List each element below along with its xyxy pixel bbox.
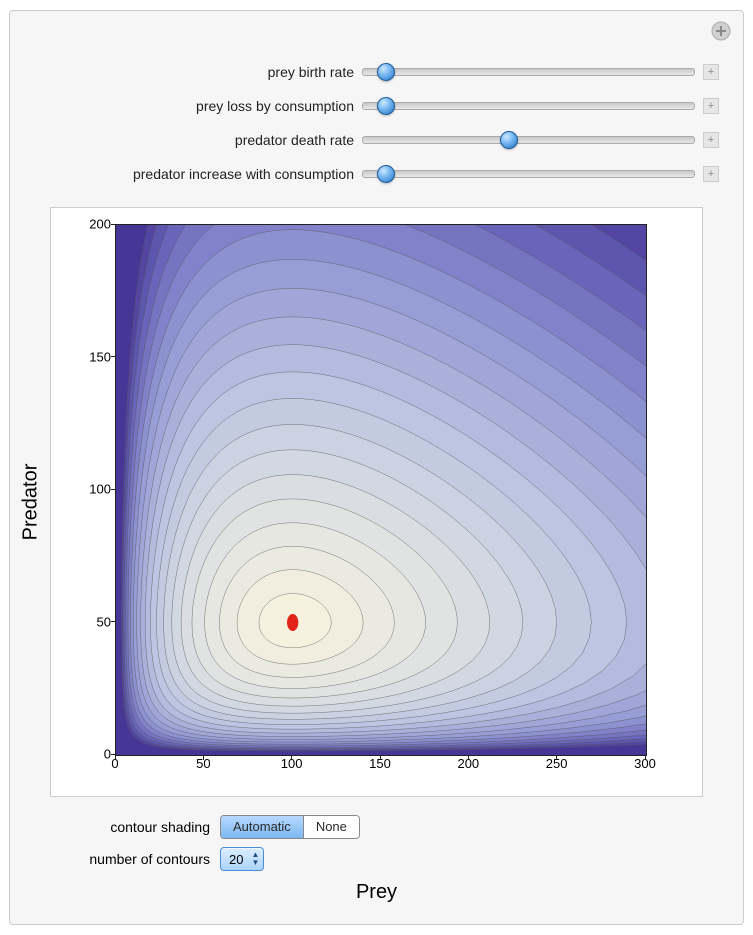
slider-thumb[interactable] (377, 97, 395, 115)
bottom-controls: contour shading AutomaticNone number of … (10, 797, 743, 904)
plot-frame: Predator 050100150200 050100150200250300 (50, 207, 703, 797)
slider-label: predator death rate (34, 132, 362, 148)
slider-row: prey loss by consumption + (34, 89, 719, 123)
contour-plot (115, 224, 647, 756)
slider-label: prey loss by consumption (34, 98, 362, 114)
contour-shading-label: contour shading (50, 819, 220, 835)
slider-thumb[interactable] (377, 63, 395, 81)
slider-section: prey birth rate+prey loss by consumption… (10, 11, 743, 203)
y-tick: 50 (75, 614, 111, 629)
slider-row: predator increase with consumption + (34, 157, 719, 191)
y-ticks: 050100150200 (75, 224, 111, 754)
add-controls-icon[interactable] (711, 21, 731, 41)
slider-thumb[interactable] (377, 165, 395, 183)
x-axis-label: Prey (50, 881, 703, 904)
contour-shading-selector[interactable]: AutomaticNone (220, 815, 360, 839)
expand-slider-icon[interactable]: + (703, 64, 719, 80)
manipulate-panel: prey birth rate+prey loss by consumption… (9, 10, 744, 925)
slider-row: prey birth rate + (34, 55, 719, 89)
y-tick: 200 (75, 217, 111, 232)
slider-label: prey birth rate (34, 64, 362, 80)
expand-slider-icon[interactable]: + (703, 132, 719, 148)
x-ticks: 050100150200250300 (115, 756, 645, 776)
shading-option-automatic[interactable]: Automatic (221, 816, 304, 838)
dropdown-arrows-icon: ▲▼ (251, 851, 259, 867)
num-contours-dropdown[interactable]: 20 ▲▼ (220, 847, 264, 871)
slider-track[interactable]: + (362, 98, 719, 114)
slider-track[interactable]: + (362, 166, 719, 182)
slider-row: predator death rate + (34, 123, 719, 157)
expand-slider-icon[interactable]: + (703, 98, 719, 114)
num-contours-label: number of contours (50, 851, 220, 867)
shading-option-none[interactable]: None (304, 816, 359, 838)
slider-thumb[interactable] (500, 131, 518, 149)
y-axis-label: Predator (20, 464, 43, 541)
y-tick: 100 (75, 482, 111, 497)
slider-track[interactable]: + (362, 132, 719, 148)
slider-label: predator increase with consumption (34, 166, 362, 182)
y-tick: 0 (75, 747, 111, 762)
slider-track[interactable]: + (362, 64, 719, 80)
equilibrium-point (287, 614, 298, 631)
y-tick: 150 (75, 349, 111, 364)
plot-area: 050100150200 050100150200250300 (115, 224, 645, 754)
expand-slider-icon[interactable]: + (703, 166, 719, 182)
num-contours-value: 20 (229, 852, 243, 867)
